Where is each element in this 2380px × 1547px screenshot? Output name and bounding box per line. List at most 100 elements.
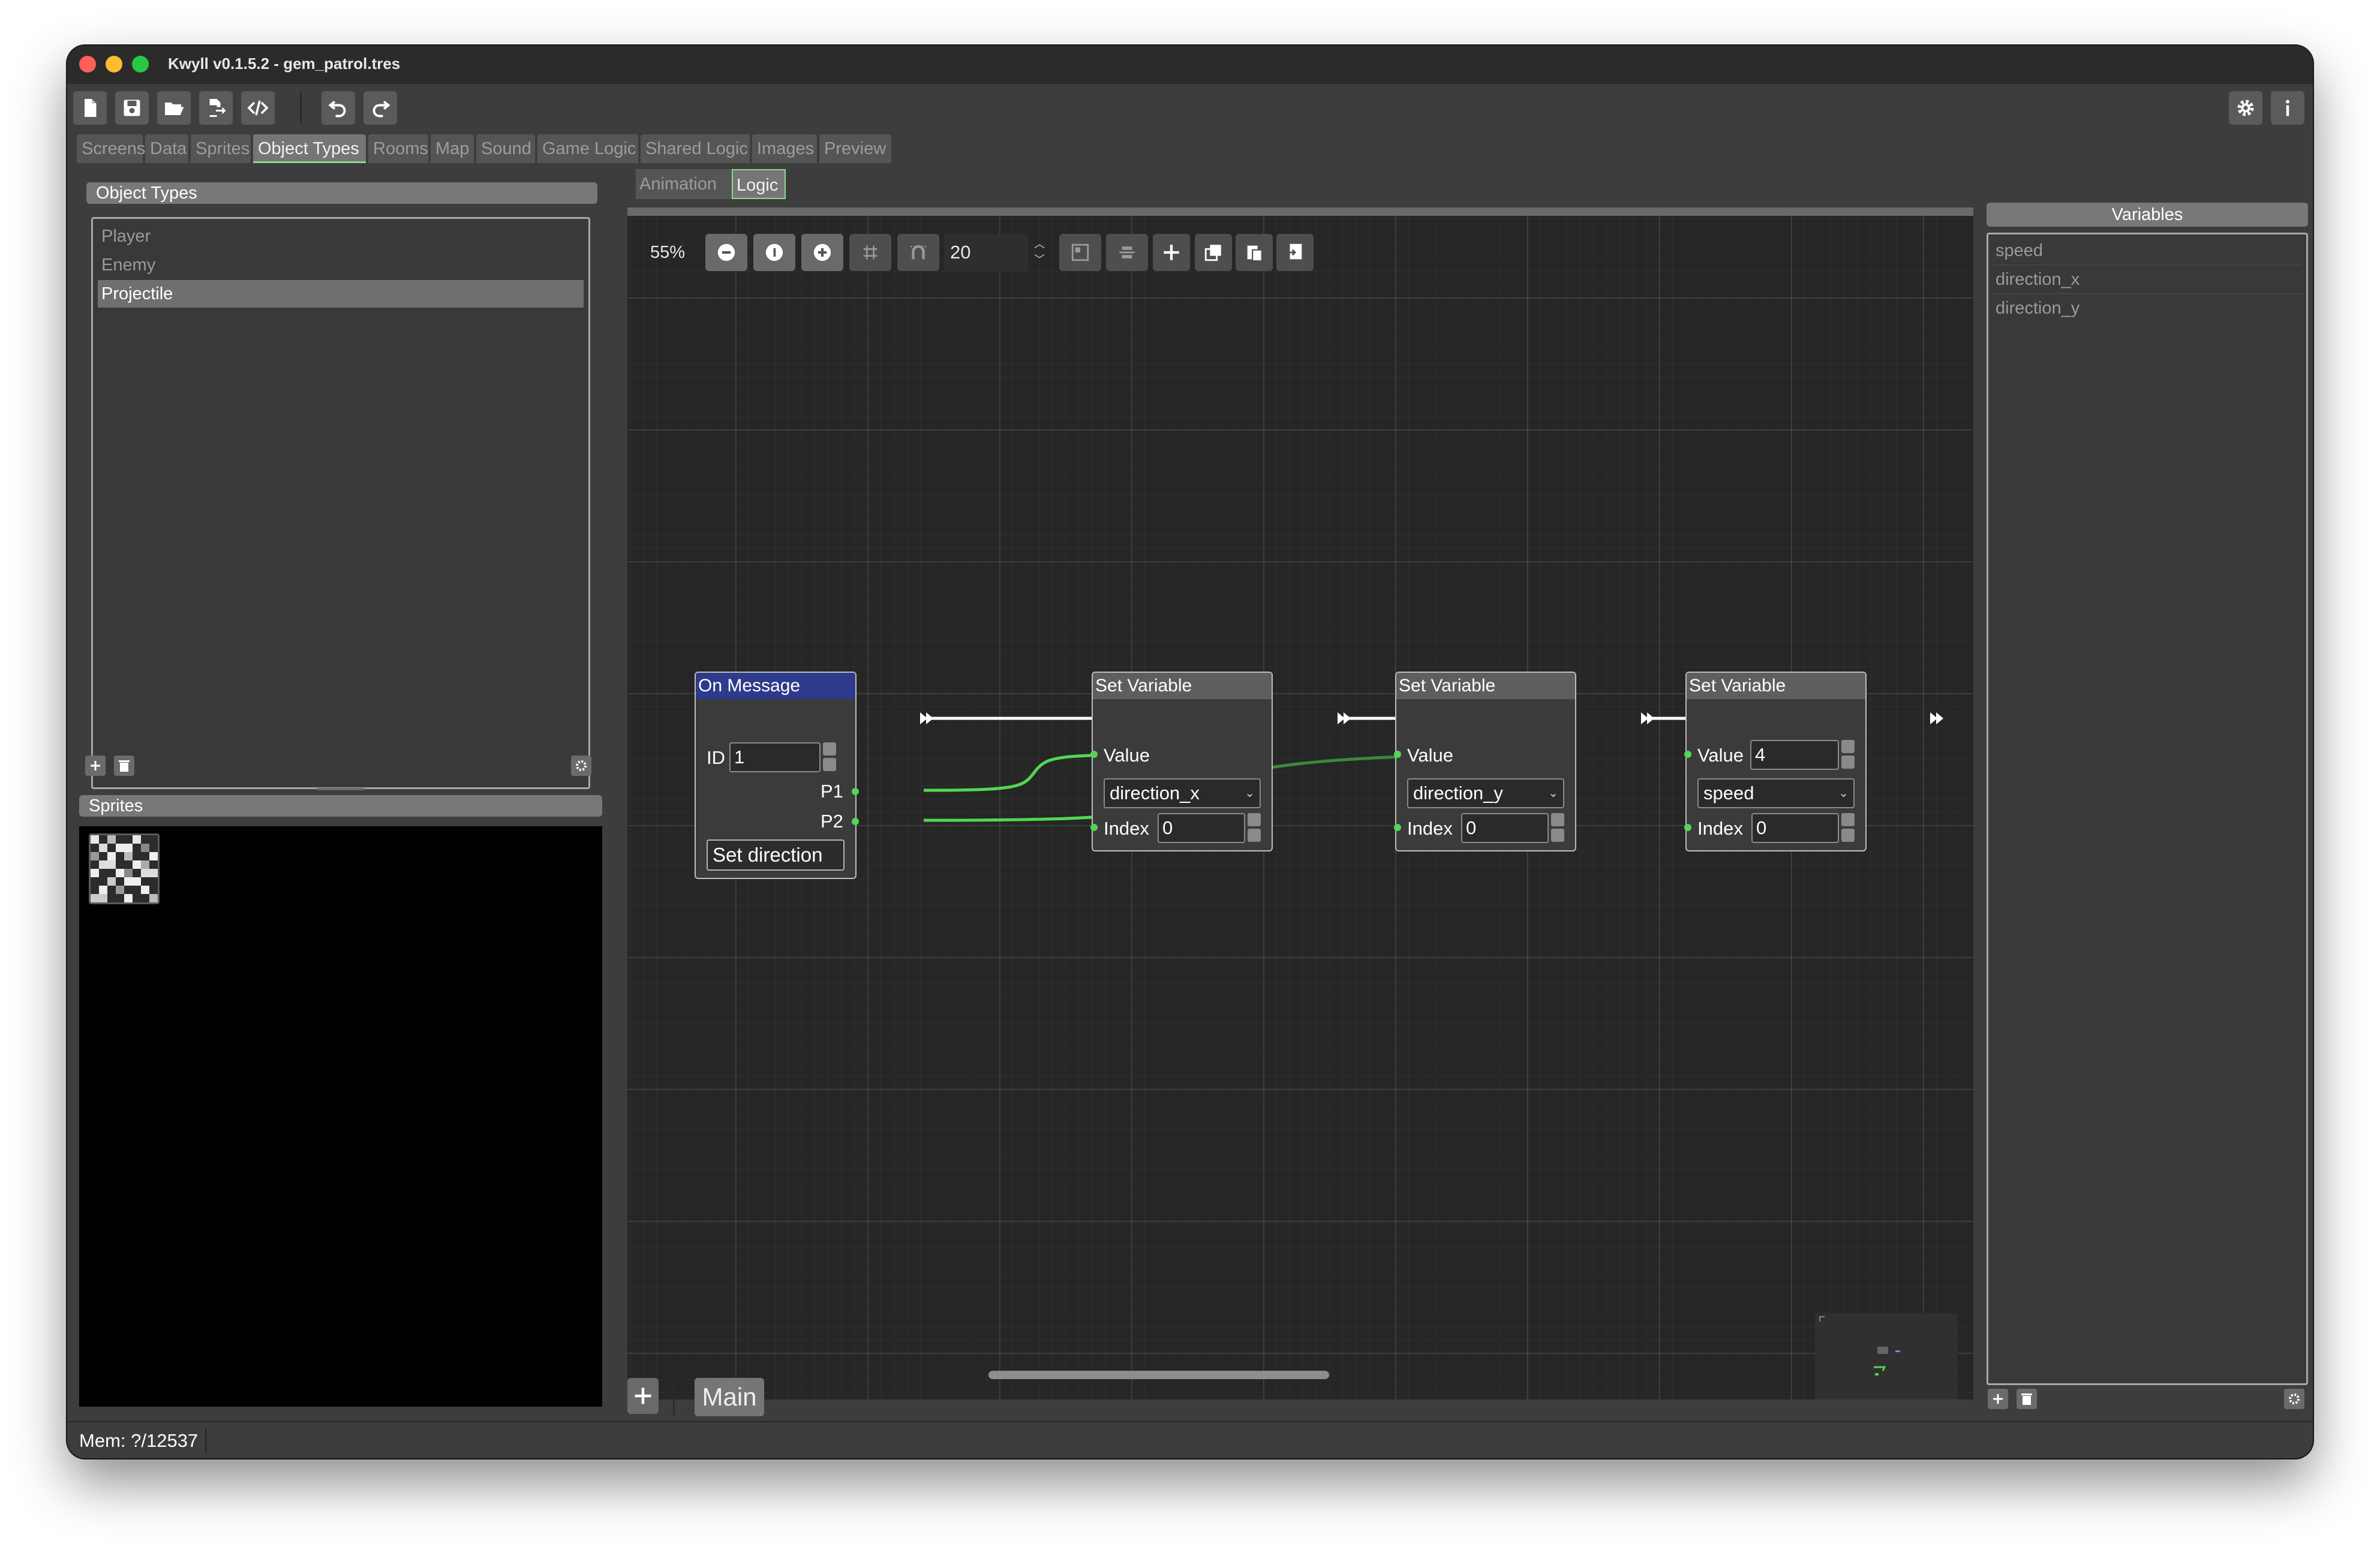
add-variable-button[interactable] — [1988, 1389, 2008, 1409]
sprite-thumbnail[interactable] — [89, 833, 160, 904]
index-input[interactable]: 0 — [1751, 813, 1839, 843]
graph-horizontal-scrollbar[interactable] — [988, 1371, 1329, 1379]
tab-sprites[interactable]: Sprites — [191, 134, 251, 163]
tab-data[interactable]: Data — [145, 134, 188, 163]
save-button[interactable] — [115, 91, 149, 125]
logic-graph-editor[interactable]: 55% 20 ︿ ﹀ On Message ID 1 P1 P2 Set dir… — [627, 207, 1973, 1399]
set-variable-node-direction-y[interactable]: Set Variable Value direction_y ⌄ Index 0 — [1394, 672, 1576, 851]
index-label: Index — [1104, 818, 1149, 839]
node-title: Set Variable — [1093, 673, 1272, 699]
app-window: Kwyll v0.1.5.2 - gem_patrol.tres Screens… — [67, 46, 2313, 1458]
status-separator — [205, 1428, 207, 1453]
chevron-down-icon: ⌄ — [1548, 787, 1558, 800]
trash-icon — [2021, 1393, 2032, 1405]
index-stepper[interactable] — [1841, 813, 1855, 842]
index-input-port[interactable] — [1090, 824, 1098, 831]
index-stepper[interactable] — [1551, 813, 1564, 842]
variable-direction-x[interactable]: direction_x — [1993, 266, 2301, 294]
graph-tab-separator — [673, 1378, 675, 1415]
info-button[interactable] — [2271, 91, 2304, 125]
tab-shared-logic[interactable]: Shared Logic — [641, 134, 750, 163]
variables-settings-button[interactable] — [2284, 1389, 2304, 1409]
node-title: On Message — [696, 673, 855, 699]
undo-button[interactable] — [321, 91, 355, 125]
value-label: Value — [1697, 745, 1744, 766]
set-variable-node-direction-x[interactable]: Set Variable Value direction_x ⌄ Index 0 — [1090, 672, 1273, 851]
new-file-icon — [85, 99, 97, 117]
settings-button[interactable] — [2229, 91, 2262, 125]
variable-speed[interactable]: speed — [1993, 237, 2301, 266]
window-title: Kwyll v0.1.5.2 - gem_patrol.tres — [168, 55, 401, 73]
object-type-enemy[interactable]: Enemy — [98, 251, 584, 279]
tab-logic[interactable]: Logic — [732, 169, 786, 199]
value-input[interactable]: 4 — [1750, 740, 1839, 770]
value-input-port[interactable] — [1394, 751, 1401, 758]
object-type-player[interactable]: Player — [98, 222, 584, 250]
chevron-down-icon: ⌄ — [1838, 787, 1849, 800]
tab-images[interactable]: Images — [752, 134, 817, 163]
code-button[interactable] — [241, 91, 275, 125]
gear-icon — [2289, 1393, 2300, 1404]
variables-header: Variables — [1987, 203, 2308, 227]
value-stepper[interactable] — [1841, 740, 1855, 769]
index-input-port[interactable] — [1394, 824, 1401, 831]
sprites-header: Sprites — [79, 795, 602, 817]
tab-object-types[interactable]: Object Types — [253, 134, 366, 163]
minimize-window-button[interactable] — [106, 56, 122, 73]
code-icon — [247, 100, 269, 116]
object-type-projectile[interactable]: Projectile — [98, 280, 584, 308]
zoom-window-button[interactable] — [132, 56, 149, 73]
tab-screens[interactable]: Screens — [77, 134, 145, 163]
index-input[interactable]: 0 — [1158, 813, 1245, 843]
variable-direction-y[interactable]: direction_y — [1993, 294, 2301, 322]
value-label: Value — [1407, 745, 1453, 766]
add-graph-button[interactable] — [627, 1378, 659, 1414]
node-title: Set Variable — [1396, 673, 1575, 699]
message-name-field[interactable]: Set direction — [707, 839, 845, 871]
open-button[interactable] — [157, 91, 191, 125]
delete-variable-button[interactable] — [2017, 1389, 2037, 1409]
selected-variable: speed — [1703, 782, 1754, 803]
tab-game-logic[interactable]: Game Logic — [537, 134, 638, 163]
index-input[interactable]: 0 — [1461, 813, 1549, 843]
plus-icon — [1993, 1394, 2003, 1404]
index-label: Index — [1697, 818, 1743, 839]
object-types-list[interactable]: Player Enemy Projectile — [91, 217, 590, 789]
p2-label: P2 — [821, 811, 843, 832]
new-file-button[interactable] — [73, 91, 107, 125]
add-object-type-button[interactable] — [85, 756, 106, 776]
set-variable-node-speed[interactable]: Set Variable Value 4 speed ⌄ Index 0 — [1684, 672, 1867, 851]
close-window-button[interactable] — [79, 56, 96, 73]
p2-output-port[interactable] — [852, 818, 859, 825]
on-message-node[interactable]: On Message ID 1 P1 P2 Set direction — [695, 672, 859, 879]
redo-button[interactable] — [363, 91, 397, 125]
index-input-port[interactable] — [1684, 824, 1691, 831]
tab-sound[interactable]: Sound — [476, 134, 535, 163]
tab-preview[interactable]: Preview — [819, 134, 891, 163]
index-stepper[interactable] — [1248, 813, 1261, 842]
graph-tab-main[interactable]: Main — [695, 1378, 764, 1416]
message-id-stepper[interactable] — [823, 742, 836, 771]
memory-usage: Mem: ?/12537 — [79, 1430, 199, 1451]
variable-dropdown[interactable]: direction_x ⌄ — [1104, 778, 1261, 808]
gear-icon — [2237, 100, 2254, 116]
tab-map[interactable]: Map — [431, 134, 474, 163]
value-label: Value — [1104, 745, 1150, 766]
index-label: Index — [1407, 818, 1453, 839]
variable-dropdown[interactable]: direction_y ⌄ — [1407, 778, 1564, 808]
panel-splitter-handle[interactable] — [317, 788, 365, 790]
tab-animation[interactable]: Animation — [636, 169, 733, 199]
gear-icon — [576, 760, 587, 771]
variables-list[interactable]: speed direction_x direction_y — [1987, 233, 2308, 1385]
delete-object-type-button[interactable] — [114, 756, 134, 776]
object-types-settings-button[interactable] — [571, 756, 591, 776]
tab-rooms[interactable]: Rooms — [368, 134, 428, 163]
export-button[interactable] — [199, 91, 233, 125]
graph-minimap[interactable] — [1815, 1313, 1958, 1399]
message-id-input[interactable]: 1 — [729, 742, 821, 772]
node-title: Set Variable — [1687, 673, 1865, 699]
value-input-port[interactable] — [1684, 751, 1691, 758]
value-input-port[interactable] — [1090, 751, 1098, 758]
p1-output-port[interactable] — [852, 788, 859, 795]
variable-dropdown[interactable]: speed ⌄ — [1697, 778, 1855, 808]
